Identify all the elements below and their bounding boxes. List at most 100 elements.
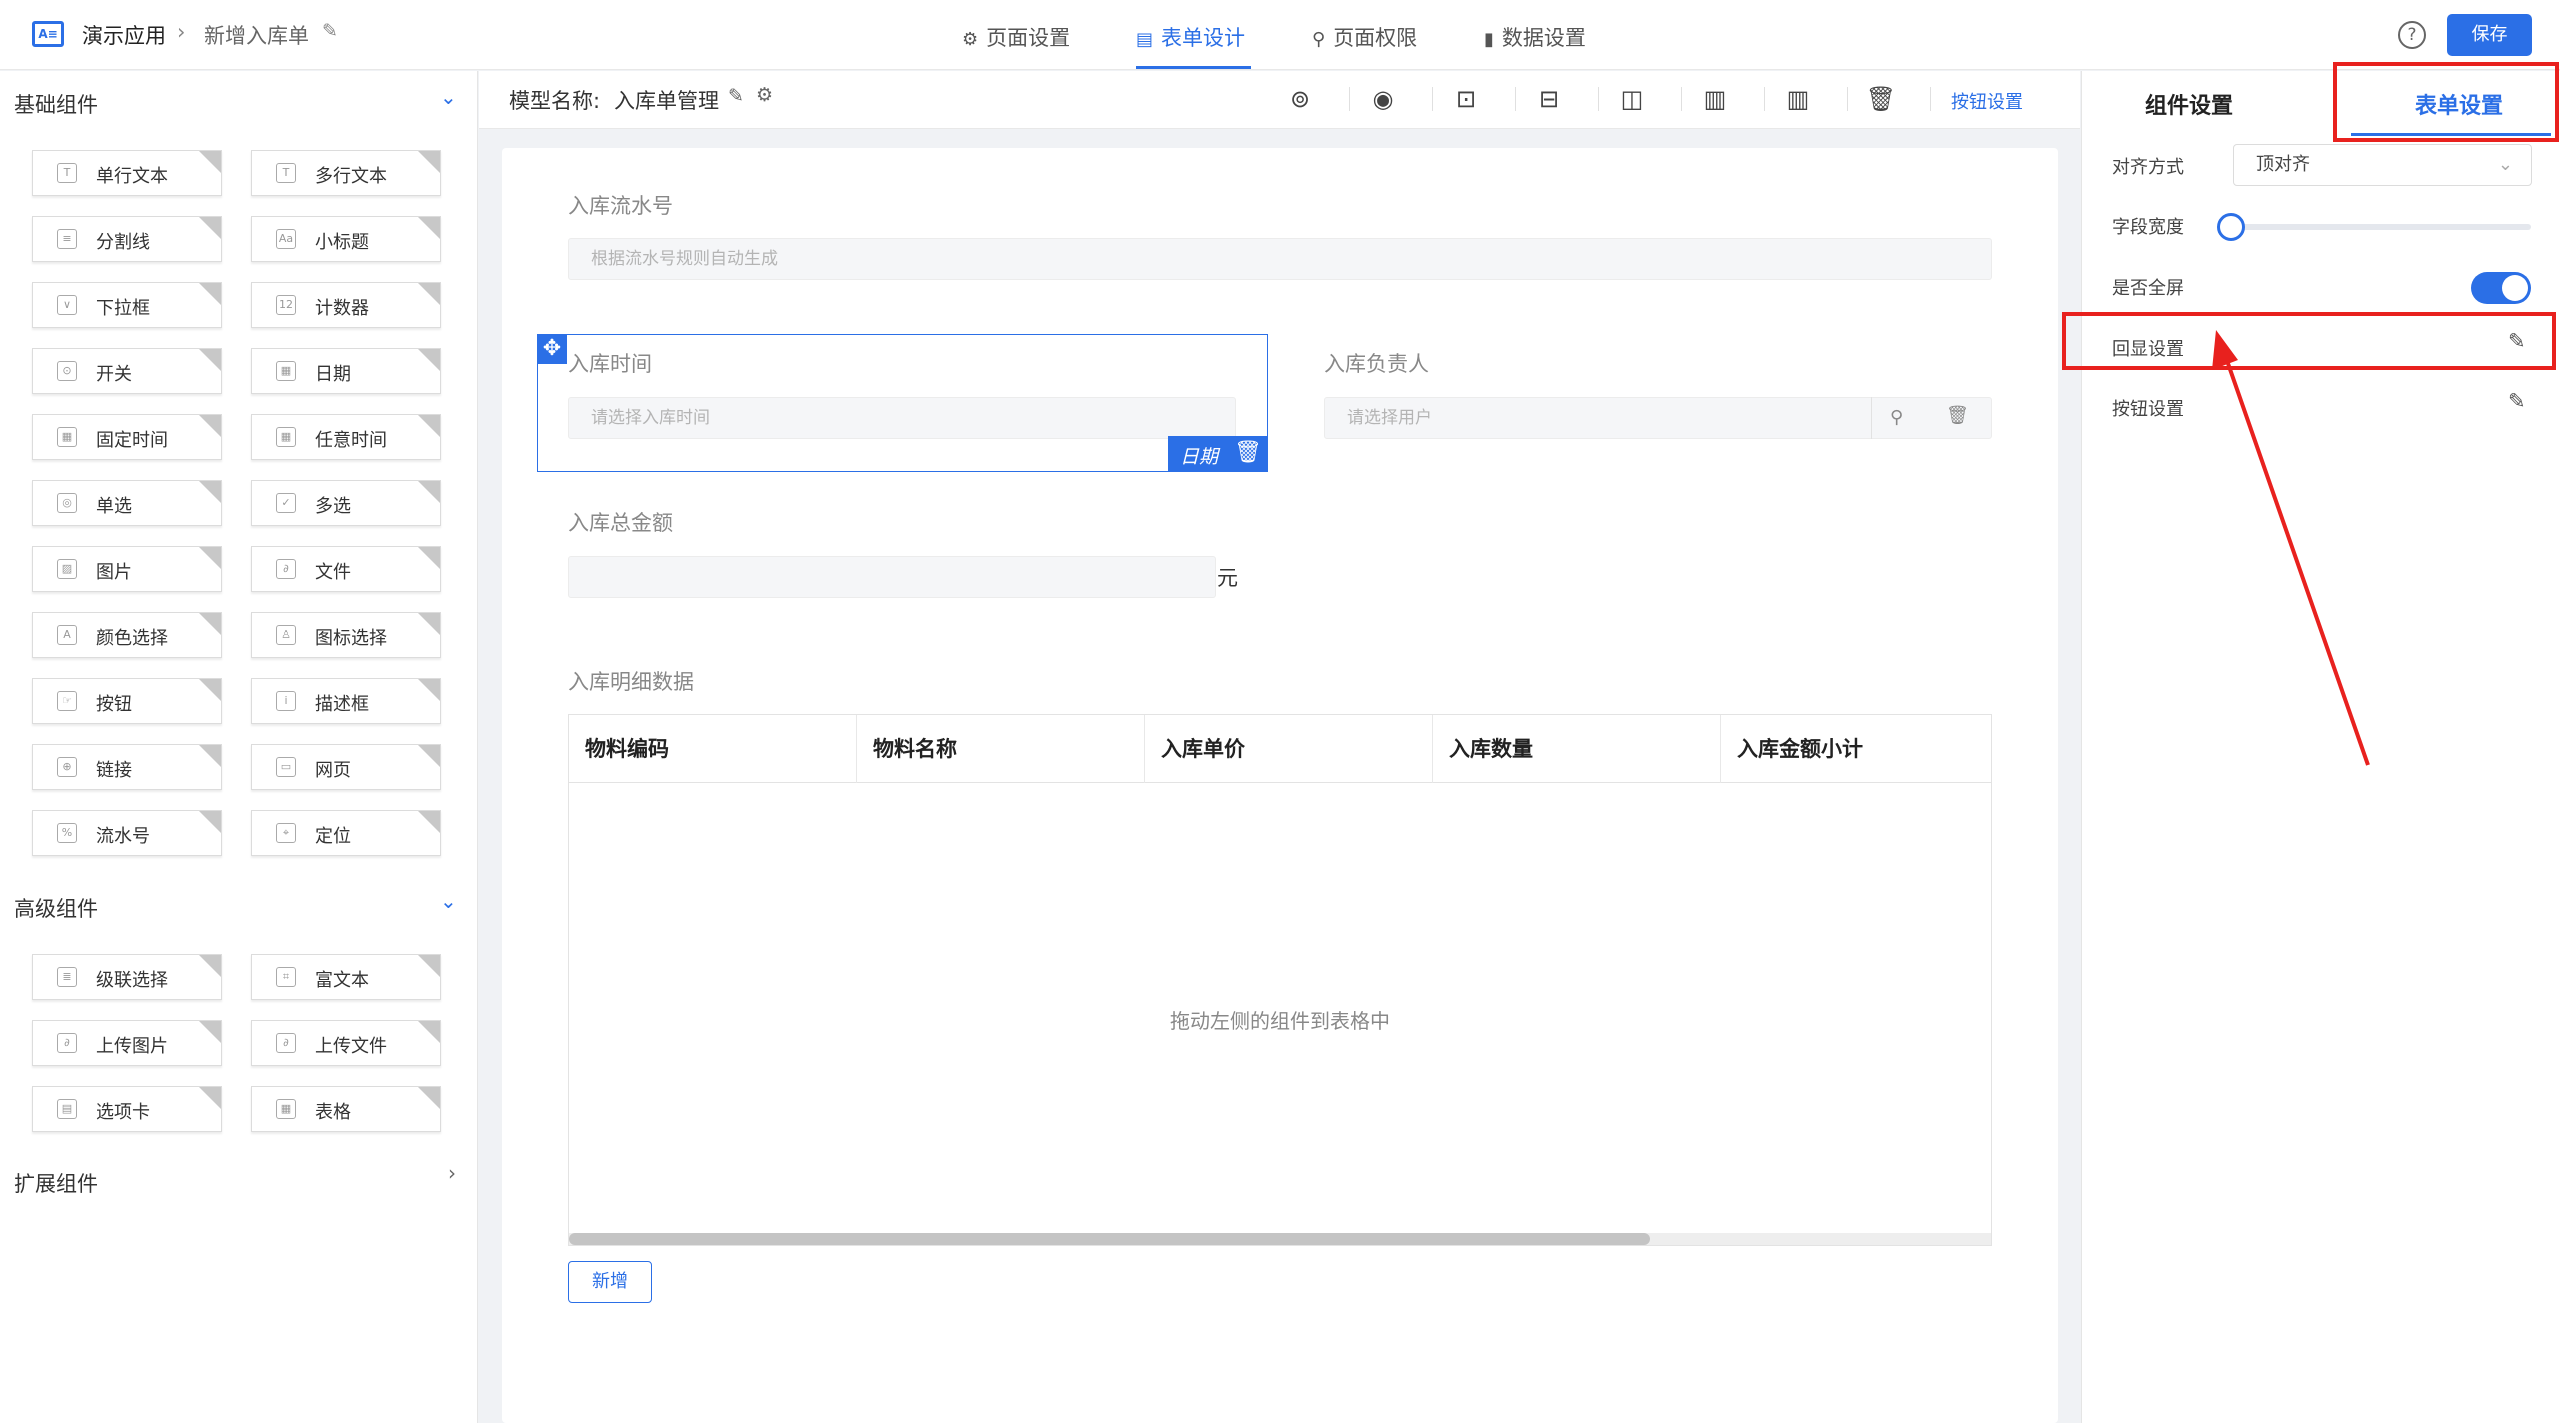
four-column-layout-icon[interactable]: ▥: [1780, 81, 1816, 117]
component-type-icon: ◎: [57, 493, 77, 513]
drag-corner-marker: [199, 1021, 221, 1043]
total-amount-field[interactable]: [568, 556, 1216, 598]
component-item[interactable]: ⊕ 链接: [32, 744, 222, 790]
component-item[interactable]: ▦ 固定时间: [32, 414, 222, 460]
two-column-layout-icon[interactable]: ◫: [1614, 81, 1650, 117]
table-header-cell[interactable]: 入库数量: [1433, 715, 1721, 783]
align-select[interactable]: 顶对齐 ⌄: [2233, 144, 2532, 186]
component-label: 图片: [96, 562, 132, 583]
component-item[interactable]: T 单行文本: [32, 150, 222, 196]
fullscreen-label: 是否全屏: [2112, 278, 2184, 299]
link-icon[interactable]: ⊚: [1282, 81, 1318, 117]
advanced-components-title[interactable]: 高级组件: [14, 893, 98, 923]
scrollbar-thumb[interactable]: [569, 1233, 1650, 1245]
table-header-cell[interactable]: 物料编码: [569, 715, 857, 783]
component-type-icon: 12: [276, 295, 296, 315]
edit-model-icon[interactable]: ✎: [728, 85, 744, 107]
delete-icon[interactable]: 🗑: [1863, 81, 1899, 117]
drag-corner-marker: [199, 811, 221, 833]
button-settings-link[interactable]: 按钮设置: [1951, 88, 2023, 114]
field-type-tag: 日期 🗑: [1168, 436, 1268, 472]
field-width-slider[interactable]: [2235, 224, 2531, 230]
tab-form-design[interactable]: ▤ 表单设计: [1136, 22, 1245, 52]
edit-icon[interactable]: ✎: [2508, 389, 2526, 413]
tab-component-settings[interactable]: 组件设置: [2145, 88, 2233, 120]
add-row-button[interactable]: 新增: [568, 1261, 652, 1303]
component-item[interactable]: ▤ 选项卡: [32, 1086, 222, 1132]
delete-field-icon[interactable]: 🗑: [1234, 440, 1262, 465]
drag-corner-marker: [418, 1021, 440, 1043]
component-item[interactable]: T 多行文本: [251, 150, 441, 196]
component-item[interactable]: % 流水号: [32, 810, 222, 856]
horizontal-scrollbar[interactable]: [569, 1233, 1991, 1245]
component-item[interactable]: ✓ 多选: [251, 480, 441, 526]
drag-corner-marker: [418, 217, 440, 239]
component-item[interactable]: ◎ 单选: [32, 480, 222, 526]
single-field-layout-icon[interactable]: ⊡: [1448, 81, 1484, 117]
tab-page-permissions[interactable]: ⚲ 页面权限: [1312, 22, 1417, 52]
component-item[interactable]: ∂ 文件: [251, 546, 441, 592]
component-item[interactable]: ▦ 日期: [251, 348, 441, 394]
drag-corner-marker: [418, 547, 440, 569]
component-item[interactable]: ≣ 级联选择: [32, 954, 222, 1000]
component-item[interactable]: i 描述框: [251, 678, 441, 724]
component-label: 定位: [315, 826, 351, 847]
drag-corner-marker: [199, 679, 221, 701]
breadcrumb-page: 新增入库单: [204, 24, 309, 48]
component-item[interactable]: ▦ 任意时间: [251, 414, 441, 460]
chevron-down-icon[interactable]: ⌄: [440, 85, 457, 109]
component-label: 选项卡: [96, 1102, 150, 1123]
component-item[interactable]: 12 计数器: [251, 282, 441, 328]
component-item[interactable]: ♙ 图标选择: [251, 612, 441, 658]
serial-number-field[interactable]: 根据流水号规则自动生成: [568, 238, 1992, 280]
align-label: 对齐方式: [2112, 157, 2184, 178]
component-label: 多行文本: [315, 166, 387, 187]
component-type-icon: ⊙: [57, 361, 77, 381]
component-item[interactable]: ≡ 分割线: [32, 216, 222, 262]
edit-title-icon[interactable]: ✎: [322, 20, 338, 42]
drag-corner-marker: [418, 745, 440, 767]
component-item[interactable]: ∂ 上传图片: [32, 1020, 222, 1066]
search-icon[interactable]: ⚲: [1890, 407, 1903, 428]
tab-page-settings[interactable]: ⚙ 页面设置: [962, 22, 1070, 52]
chevron-right-icon[interactable]: ›: [448, 1161, 456, 1185]
component-item[interactable]: ▨ 图片: [32, 546, 222, 592]
clear-icon[interactable]: 🗑: [1946, 405, 1969, 426]
help-icon[interactable]: ?: [2398, 21, 2426, 49]
basic-components-title[interactable]: 基础组件: [14, 89, 98, 119]
drag-corner-marker: [418, 955, 440, 977]
chevron-down-icon[interactable]: ⌄: [440, 889, 457, 913]
component-item[interactable]: A 颜色选择: [32, 612, 222, 658]
key-icon: ⚲: [1312, 29, 1326, 50]
align-value: 顶对齐: [2256, 154, 2310, 175]
fullscreen-toggle[interactable]: [2471, 272, 2531, 304]
model-settings-icon[interactable]: ⚙: [756, 84, 773, 106]
component-item[interactable]: ▦ 表格: [251, 1086, 441, 1132]
component-item[interactable]: ∂ 上传文件: [251, 1020, 441, 1066]
component-label: 文件: [315, 562, 351, 583]
inbound-time-field[interactable]: 请选择入库时间: [568, 397, 1236, 439]
component-label: 分割线: [96, 232, 150, 253]
extended-components-title[interactable]: 扩展组件: [14, 1168, 98, 1198]
one-column-layout-icon[interactable]: ⊟: [1531, 81, 1567, 117]
component-item[interactable]: ☞ 按钮: [32, 678, 222, 724]
component-type-icon: ▦: [276, 1099, 296, 1119]
breadcrumb-app[interactable]: 演示应用: [82, 20, 166, 50]
component-item[interactable]: ⌖ 定位: [251, 810, 441, 856]
preview-eye-icon[interactable]: ◉: [1365, 81, 1401, 117]
tab-data-settings[interactable]: ▮ 数据设置: [1484, 22, 1586, 52]
component-item[interactable]: ⊙ 开关: [32, 348, 222, 394]
component-item[interactable]: ⌗ 富文本: [251, 954, 441, 1000]
save-button[interactable]: 保存: [2447, 14, 2532, 56]
component-item[interactable]: Aa 小标题: [251, 216, 441, 262]
table-header-cell[interactable]: 物料名称: [857, 715, 1145, 783]
slider-handle[interactable]: [2217, 213, 2245, 241]
three-column-layout-icon[interactable]: ▥: [1697, 81, 1733, 117]
component-item[interactable]: ▭ 网页: [251, 744, 441, 790]
table-header-cell[interactable]: 入库金额小计: [1721, 715, 1991, 783]
component-item[interactable]: ∨ 下拉框: [32, 282, 222, 328]
drag-corner-marker: [418, 283, 440, 305]
move-handle-icon[interactable]: ✥: [537, 334, 567, 364]
component-label: 上传文件: [315, 1036, 387, 1057]
table-header-cell[interactable]: 入库单价: [1145, 715, 1433, 783]
